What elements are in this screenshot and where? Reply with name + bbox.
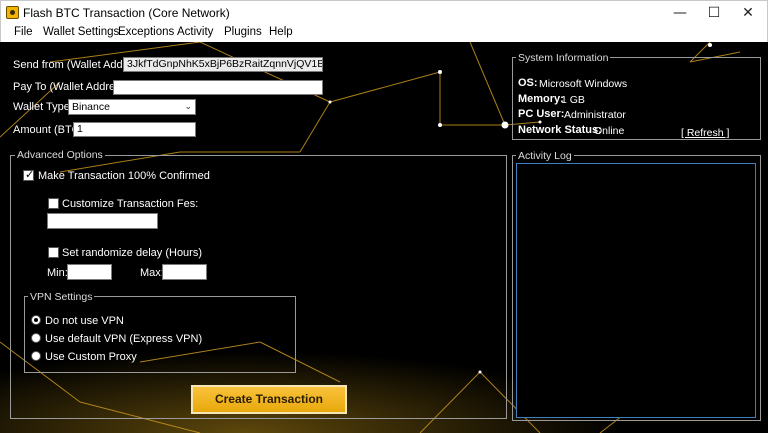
title-bar: Flash BTC Transaction (Core Network) — ☐… (0, 0, 768, 24)
chevron-down-icon: ⌄ (184, 102, 192, 112)
vpn-option-proxy-label: Use Custom Proxy (45, 351, 137, 363)
minimize-icon[interactable]: — (663, 1, 697, 25)
memory-key: Memory: (518, 93, 564, 105)
custom-fee-checkbox[interactable] (48, 198, 59, 209)
close-icon[interactable]: ✕ (731, 1, 765, 25)
min-label: Min: (47, 267, 68, 279)
pc-user-value: Administrator (564, 109, 626, 121)
confirmed-label: Make Transaction 100% Confirmed (38, 170, 210, 182)
wallet-type-value: Binance (72, 101, 110, 113)
menu-file[interactable]: File (14, 26, 33, 38)
vpn-option-none-radio[interactable] (31, 315, 41, 325)
vpn-option-default-label: Use default VPN (Express VPN) (45, 333, 203, 345)
check-icon: ✓ (25, 168, 35, 181)
main-content: Send from (Wallet Address): 3JkfTdGnpNhK… (0, 42, 768, 433)
activity-log-textarea[interactable] (516, 163, 756, 418)
send-from-field[interactable]: 3JkfTdGnpNhK5xBjP6BzRaitZqnnVjQV1B (123, 57, 323, 72)
delay-checkbox[interactable] (48, 247, 59, 258)
vpn-option-proxy-radio[interactable] (31, 351, 41, 361)
pc-user-key: PC User: (518, 108, 565, 120)
menu-help[interactable]: Help (269, 26, 293, 38)
advanced-options-group (10, 155, 507, 419)
system-info-title: System Information (516, 52, 611, 64)
refresh-link[interactable]: [ Refresh ] (681, 127, 729, 139)
custom-fee-field[interactable] (47, 213, 158, 229)
create-transaction-button[interactable]: Create Transaction (191, 385, 347, 414)
vpn-settings-title: VPN Settings (28, 291, 95, 303)
activity-log-title: Activity Log (516, 150, 574, 162)
maximize-icon[interactable]: ☐ (697, 1, 731, 25)
pay-to-field[interactable] (113, 80, 323, 95)
max-label: Max: (140, 267, 164, 279)
os-value: Microsoft Windows (539, 78, 628, 90)
min-field[interactable] (67, 264, 112, 280)
network-status-value: Online (594, 125, 625, 137)
wallet-type-label: Wallet Type: (13, 101, 73, 113)
advanced-options-title: Advanced Options (15, 149, 105, 161)
memory-value: 1 GB (561, 94, 585, 106)
menu-wallet-settings[interactable]: Wallet Settings (43, 26, 119, 38)
delay-label: Set randomize delay (Hours) (62, 247, 203, 259)
menu-bar: File Wallet Settings Exceptions Activity… (0, 24, 768, 42)
custom-fee-label: Customize Transaction Fes: (62, 198, 199, 210)
vpn-option-none-label: Do not use VPN (45, 315, 124, 327)
network-status-key: Network Status: (518, 124, 602, 136)
menu-plugins[interactable]: Plugins (224, 26, 262, 38)
wallet-type-select[interactable]: Binance ⌄ (68, 99, 196, 115)
max-field[interactable] (162, 264, 207, 280)
menu-exceptions[interactable]: Exceptions (118, 26, 174, 38)
menu-activity[interactable]: Activity (177, 26, 213, 38)
confirmed-checkbox[interactable]: ✓ (23, 168, 35, 181)
window-title: Flash BTC Transaction (Core Network) (23, 6, 230, 20)
app-icon (6, 6, 19, 19)
os-key: OS: (518, 77, 538, 89)
vpn-option-default-radio[interactable] (31, 333, 41, 343)
amount-field[interactable]: 1 (73, 122, 196, 137)
